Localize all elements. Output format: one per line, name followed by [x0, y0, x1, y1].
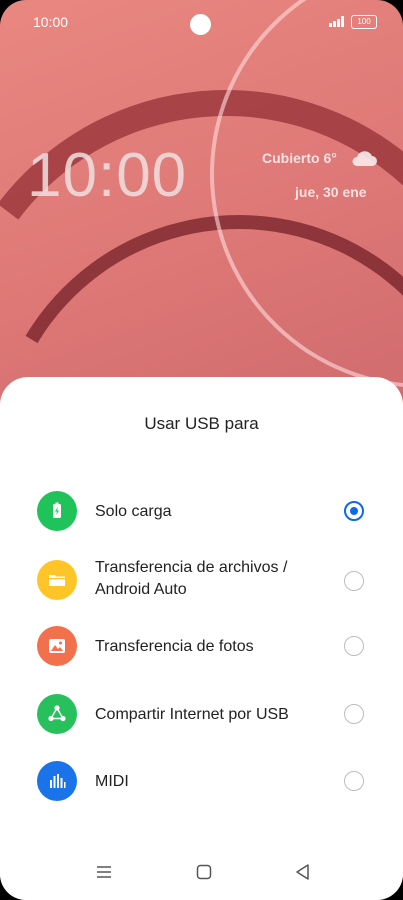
front-camera [190, 14, 211, 35]
lock-clock: 10:00 [27, 141, 188, 210]
radio-unselected[interactable] [344, 771, 364, 791]
status-time: 10:00 [33, 14, 69, 30]
usb-options-sheet: Usar USB para Solo carga Transferencia d… [0, 377, 403, 900]
radio-unselected[interactable] [344, 704, 364, 724]
option-label: Transferencia de fotos [95, 638, 254, 655]
radio-selected[interactable] [344, 501, 364, 521]
image-icon [37, 626, 77, 666]
radio-unselected[interactable] [344, 636, 364, 656]
device-screen: 10:00 100 10:00 Cubierto 6° jue, 30 ene … [0, 0, 403, 900]
option-midi[interactable]: MIDI [0, 751, 403, 811]
option-label: Compartir Internet por USB [95, 706, 289, 723]
home-icon[interactable] [192, 860, 216, 884]
option-solo-carga[interactable]: Solo carga [0, 481, 403, 541]
navigation-bar [0, 860, 403, 890]
battery-icon: 100 [351, 15, 377, 29]
menu-icon[interactable] [92, 860, 116, 884]
sheet-title: Usar USB para [144, 414, 259, 433]
signal-icon [329, 16, 347, 27]
option-compartir-internet[interactable]: Compartir Internet por USB [0, 684, 403, 744]
lock-date: jue, 30 ene [295, 184, 367, 200]
back-icon[interactable] [291, 860, 315, 884]
battery-charging-icon [37, 491, 77, 531]
folder-icon [37, 560, 77, 600]
share-network-icon [37, 694, 77, 734]
cloud-icon [352, 151, 377, 166]
weather-text: Cubierto 6° [262, 150, 337, 166]
option-transferencia-archivos[interactable]: Transferencia de archivos / Android Auto [0, 549, 403, 613]
radio-unselected[interactable] [344, 571, 364, 591]
status-bar: 10:00 100 [0, 0, 403, 44]
option-label: Solo carga [95, 503, 172, 520]
option-transferencia-fotos[interactable]: Transferencia de fotos [0, 616, 403, 676]
option-label: MIDI [95, 773, 129, 790]
music-equalizer-icon [37, 761, 77, 801]
option-label: Transferencia de archivos / Android Auto [95, 559, 288, 598]
